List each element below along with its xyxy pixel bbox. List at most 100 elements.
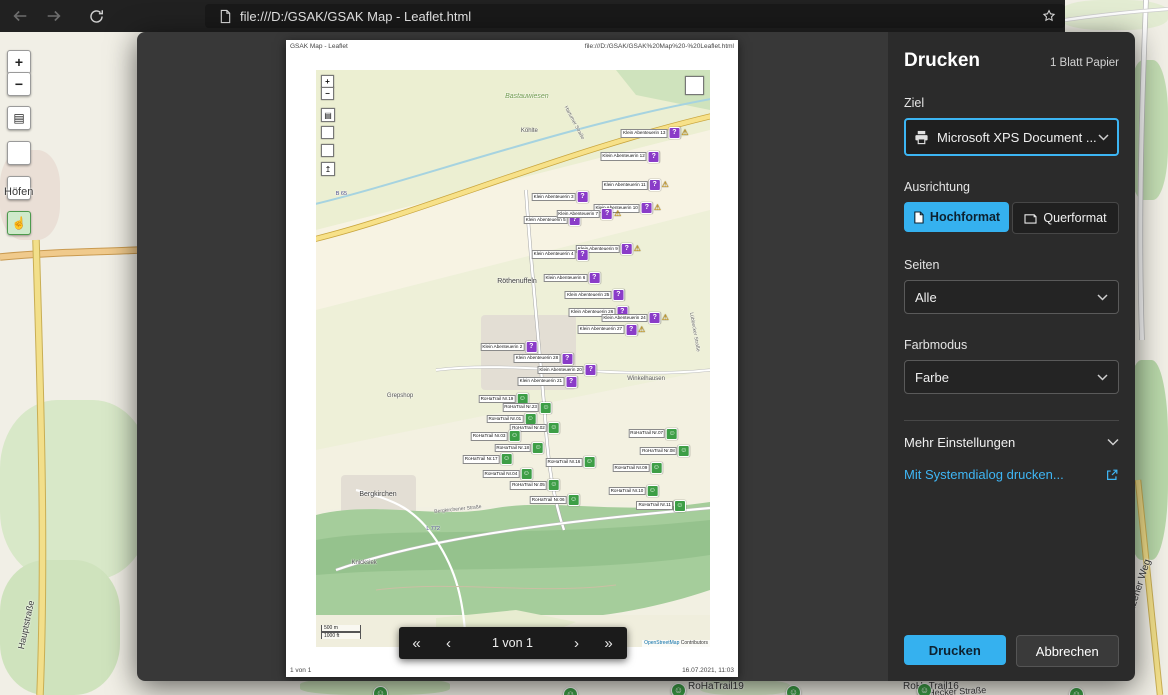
cache-marker-found: RoHaTrail Nr.17☺ xyxy=(463,453,513,465)
pages-select[interactable]: Alle xyxy=(904,280,1119,314)
cache-marker-mystery: Klein Abenteuerin 28? xyxy=(514,353,573,365)
question-mark-icon: ? xyxy=(525,341,537,353)
overlay-toggle-1[interactable] xyxy=(7,141,31,165)
scale-metric: 500 m xyxy=(321,625,361,632)
layers-control-button[interactable]: ▤ xyxy=(7,106,31,130)
layers-icon: ▤ xyxy=(13,111,24,125)
cache-marker-label: Klein Abenteuerin 25 xyxy=(565,291,611,299)
destination-value: Microsoft XPS Document ... xyxy=(937,130,1097,145)
smiley-icon: ☺ xyxy=(568,494,580,506)
page-footer: 1 von 1 16.07.2021, 11:03 xyxy=(290,667,734,674)
system-dialog-link[interactable]: Mit Systemdialog drucken... xyxy=(904,467,1119,482)
preview-place-label: B 65 xyxy=(336,191,347,197)
color-mode-label: Farbmodus xyxy=(904,338,1119,352)
cache-marker-mystery: Klein Abenteuerin 4? xyxy=(532,249,589,261)
more-settings-toggle[interactable]: Mehr Einstellungen xyxy=(904,421,1119,463)
warning-triangle-icon: ⚠ xyxy=(681,129,688,137)
favorite-star-icon[interactable] xyxy=(1041,8,1057,24)
question-mark-icon: ? xyxy=(588,272,600,284)
question-mark-icon: ? xyxy=(641,202,653,214)
smiley-icon: ☺ xyxy=(678,445,690,457)
question-mark-icon: ? xyxy=(668,127,680,139)
preview-place-label: L 772 xyxy=(426,526,440,532)
preview-place-label: Winkelhausen xyxy=(627,376,665,382)
zoom-in-button[interactable]: + xyxy=(7,50,31,74)
cache-marker-label: Klein Abenteuerin 3 xyxy=(532,193,576,201)
chevron-down-icon xyxy=(1097,294,1108,301)
geocache-marker[interactable]: ☺ xyxy=(1069,687,1084,695)
smiley-icon: ☺ xyxy=(548,422,560,434)
geocache-marker[interactable]: ☺ xyxy=(373,686,388,695)
preview-place-label: Bastauwiesen xyxy=(505,93,549,100)
page-count-label: 1 von 1 xyxy=(465,636,561,650)
previous-page-button[interactable]: ‹ xyxy=(433,629,465,657)
sheet-count: 1 Blatt Papier xyxy=(1050,57,1119,69)
cache-marker-label: RoHaTrail Nr.06 xyxy=(530,496,567,504)
print-preview-modal: GSAK Map - Leaflet file:///D:/GSAK/GSAK%… xyxy=(137,32,1135,681)
cache-marker-found: RoHaTrail Nr.10☺ xyxy=(609,485,659,497)
cancel-button[interactable]: Abbrechen xyxy=(1016,635,1120,667)
orientation-label: Ausrichtung xyxy=(904,180,1119,194)
refresh-button[interactable] xyxy=(82,3,110,29)
map-attribution: OpenStreetMap Contributors xyxy=(642,640,710,647)
cache-marker-mystery: Klein Abenteuerin 24?⚠ xyxy=(601,312,669,324)
panel-buttons: Drucken Abbrechen xyxy=(904,635,1119,667)
landscape-button[interactable]: Querformat xyxy=(1012,202,1119,234)
cache-marker-mystery: Klein Abenteuerin 13?⚠ xyxy=(621,127,689,139)
minus-icon: − xyxy=(325,89,330,98)
next-page-button[interactable]: › xyxy=(561,629,593,657)
forward-button[interactable] xyxy=(40,3,68,29)
warning-triangle-icon: ⚠ xyxy=(662,314,669,322)
zoom-out-button[interactable]: − xyxy=(7,72,31,96)
page-footer-count: 1 von 1 xyxy=(290,667,311,674)
back-button[interactable] xyxy=(6,3,34,29)
print-button[interactable]: Drucken xyxy=(904,635,1006,665)
cache-marker-found: RoHaTrail Nr.16☺ xyxy=(546,456,596,468)
preview-place-label: Grepshop xyxy=(387,393,413,399)
geocache-marker[interactable]: ☺ xyxy=(671,683,686,695)
geocache-marker[interactable]: ☺ xyxy=(786,685,801,695)
last-page-button[interactable]: » xyxy=(593,629,625,657)
preview-export-button: ↥ xyxy=(321,162,335,176)
pages-value: Alle xyxy=(915,290,937,305)
cache-marker-mystery: Klein Abenteuerin 11?⚠ xyxy=(602,179,669,191)
minus-icon: − xyxy=(15,76,23,92)
orientation-segment: Hochformat Querformat xyxy=(904,202,1119,234)
first-page-button[interactable]: « xyxy=(401,629,433,657)
cache-marker-label: Klein Abenteuerin 20 xyxy=(537,366,583,374)
pages-label: Seiten xyxy=(904,258,1119,272)
cache-marker-label: Klein Abenteuerin 2 xyxy=(480,343,524,351)
page-header-url: file:///D:/GSAK/GSAK%20Map%20-%20Leaflet… xyxy=(585,43,734,50)
address-bar[interactable]: file:///D:/GSAK/GSAK Map - Leaflet.html xyxy=(205,4,1065,28)
smiley-icon: ☺ xyxy=(666,428,678,440)
plus-icon: + xyxy=(325,77,330,86)
geocache-marker[interactable]: ☺ xyxy=(917,683,932,695)
cache-marker-found: RoHaTrail Nr.18☺ xyxy=(494,442,544,454)
back-arrow-icon xyxy=(11,7,29,25)
geocache-marker[interactable]: ☺ xyxy=(563,687,578,695)
pan-hand-button[interactable]: ☝ xyxy=(7,211,31,235)
cache-marker-found: RoHaTrail Nr.05☺ xyxy=(510,479,560,491)
hand-icon: ☝ xyxy=(12,216,27,230)
printer-icon xyxy=(914,130,929,145)
chevron-down-icon xyxy=(1097,374,1108,381)
color-mode-select[interactable]: Farbe xyxy=(904,360,1119,394)
cache-marker-mystery: Klein Abenteuerin 27?⚠ xyxy=(578,324,646,336)
preview-layers-box xyxy=(685,76,704,95)
smiley-icon: ☺ xyxy=(501,453,513,465)
destination-select[interactable]: Microsoft XPS Document ... xyxy=(904,118,1119,156)
map-place-label: Höfen xyxy=(4,186,33,198)
screen: + − ▤ ☝ HöfenHauptstraßeRoHaTrail19RoHaT… xyxy=(0,0,1168,695)
cache-marker-label: RoHaTrail Nr.10 xyxy=(609,487,646,495)
question-mark-icon: ? xyxy=(576,191,588,203)
preview-place-label: Knicksiek xyxy=(351,560,376,566)
question-mark-icon: ? xyxy=(621,243,633,255)
portrait-button[interactable]: Hochformat xyxy=(904,202,1009,232)
question-mark-icon: ? xyxy=(601,208,613,220)
question-mark-icon: ? xyxy=(648,151,660,163)
chevron-down-icon xyxy=(1098,134,1109,141)
preview-place-label: Köhlte xyxy=(521,128,538,134)
smiley-icon: ☺ xyxy=(540,402,552,414)
refresh-icon xyxy=(88,8,105,25)
cache-marker-mystery: Klein Abenteuerin 25? xyxy=(565,289,624,301)
